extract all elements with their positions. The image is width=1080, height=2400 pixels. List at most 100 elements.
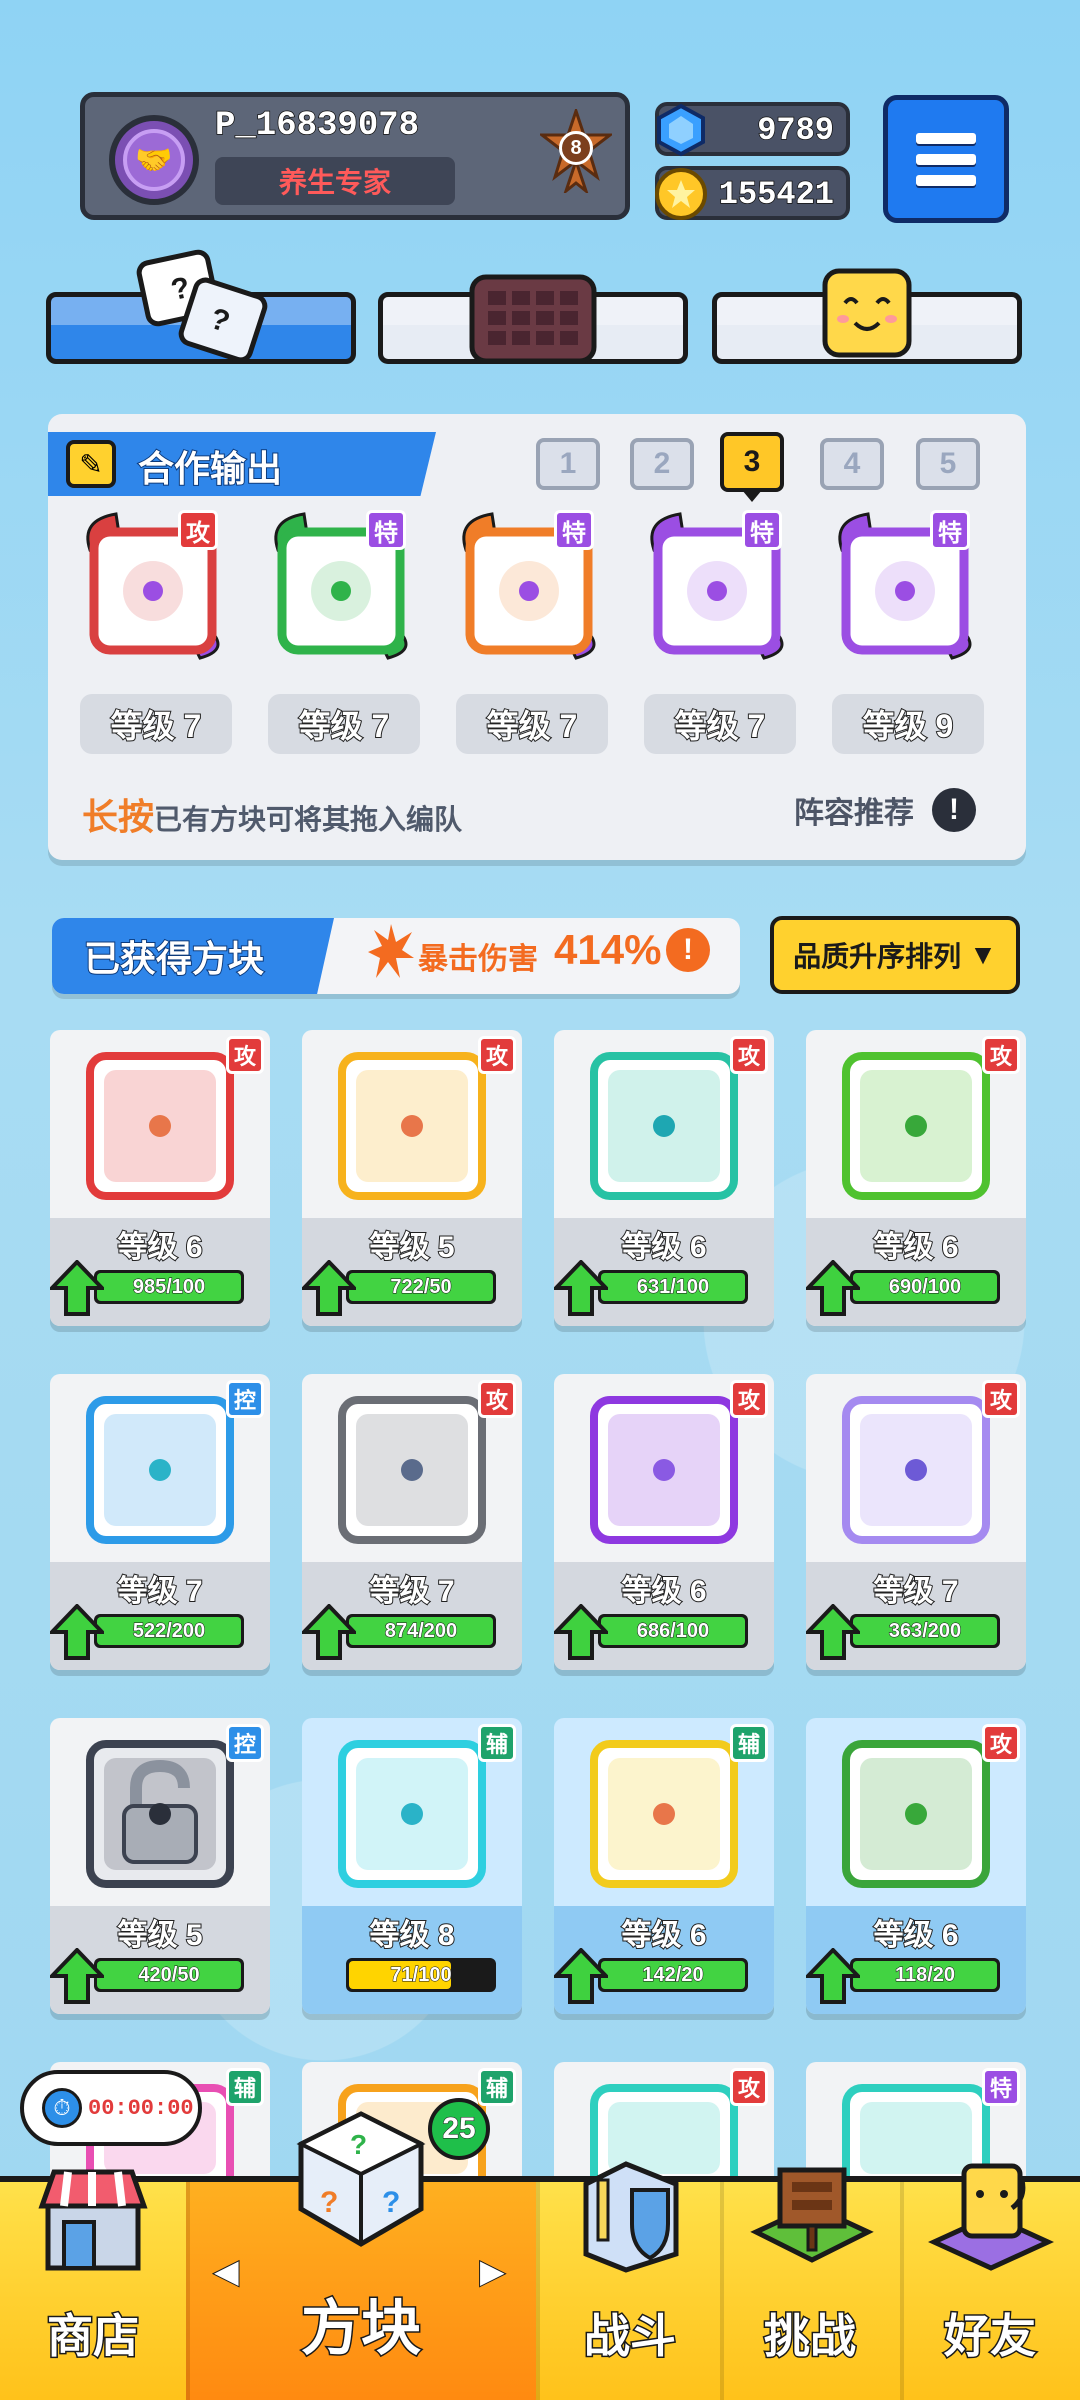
team-member-1[interactable]: 攻 xyxy=(80,510,220,660)
upgrade-arrow-icon[interactable] xyxy=(50,1260,104,1316)
team-member-3[interactable]: 特 xyxy=(456,510,596,660)
info-icon[interactable]: ! xyxy=(932,788,976,832)
block-face xyxy=(590,1396,738,1544)
team-slot-2[interactable]: 2 xyxy=(630,438,694,490)
tab-dice[interactable]: ? ? xyxy=(46,249,356,364)
nav-friends[interactable]: 好友 xyxy=(900,2163,1080,2400)
lineup-label: 阵容推荐 xyxy=(794,797,914,830)
upgrade-arrow-icon[interactable] xyxy=(50,1948,104,2004)
block-card[interactable]: 辅 等级 8 71/100 xyxy=(302,1718,522,2014)
upgrade-arrow-icon[interactable] xyxy=(806,1260,860,1316)
nav-shop[interactable]: 商店 xyxy=(0,2169,186,2400)
team-member-2[interactable]: 特 xyxy=(268,510,408,660)
coin-counter[interactable]: 155421 xyxy=(655,166,850,220)
drag-hint: 长按已有方块可将其拖入编队 xyxy=(82,788,462,840)
block-face xyxy=(86,1396,234,1544)
coin-icon xyxy=(655,168,707,220)
type-tag: 攻 xyxy=(178,510,218,550)
progress-bar: 985/100 xyxy=(94,1270,244,1304)
block-card[interactable]: 攻 等级 6 631/100 xyxy=(554,1030,774,1326)
progress-text: 363/200 xyxy=(888,1620,962,1643)
timer-value: 00:00:00 xyxy=(88,2095,194,2121)
handshake-icon: 🤝 xyxy=(123,129,185,191)
upgrade-arrow-icon[interactable] xyxy=(806,1604,860,1660)
type-tag: 攻 xyxy=(982,1380,1020,1418)
rank-level: 8 xyxy=(559,131,593,165)
block-level: 等级 8 xyxy=(368,1918,455,1953)
progress-bar: 686/100 xyxy=(598,1614,748,1648)
upgrade-arrow-icon[interactable] xyxy=(554,1604,608,1660)
progress-text: 690/100 xyxy=(888,1276,962,1299)
upgrade-arrow-icon[interactable] xyxy=(302,1260,356,1316)
hint-text: 已有方块可将其拖入编队 xyxy=(154,804,463,835)
nav-battle[interactable]: 战斗 xyxy=(540,2161,720,2400)
lineup-recommend-button[interactable]: 阵容推荐 ! xyxy=(794,788,976,832)
block-face xyxy=(590,1740,738,1888)
progress-bar: 522/200 xyxy=(94,1614,244,1648)
tab-emoji[interactable] xyxy=(712,268,1022,364)
upgrade-arrow-icon[interactable] xyxy=(554,1948,608,2004)
gem-counter[interactable]: 9789 xyxy=(655,102,850,157)
team-slot-5[interactable]: 5 xyxy=(916,438,980,490)
progress-bar: 690/100 xyxy=(850,1270,1000,1304)
progress-text: 142/20 xyxy=(642,1964,704,1987)
progress-text: 985/100 xyxy=(132,1276,206,1299)
nav-blocks-label: 方块 xyxy=(300,2294,423,2364)
block-card[interactable]: 攻 等级 6 118/20 xyxy=(806,1718,1026,2014)
gem-icon xyxy=(657,103,705,157)
block-card[interactable]: 攻 等级 7 363/200 xyxy=(806,1374,1026,1670)
team-member-level: 等级 7 xyxy=(80,694,232,754)
nav-challenge[interactable]: 挑战 xyxy=(720,2167,900,2400)
event-timer[interactable]: ⏱ 00:00:00 xyxy=(20,2070,202,2146)
block-card[interactable]: 攻 等级 7 874/200 xyxy=(302,1374,522,1670)
svg-text:?: ? xyxy=(320,2186,338,2219)
block-card[interactable]: 攻 等级 5 722/50 xyxy=(302,1030,522,1326)
progress-text: 686/100 xyxy=(636,1620,710,1643)
dice-icon: ? ? xyxy=(136,249,268,363)
upgrade-arrow-icon[interactable] xyxy=(50,1604,104,1660)
upgrade-arrow-icon[interactable] xyxy=(554,1260,608,1316)
progress-bar: 142/20 xyxy=(598,1958,748,1992)
type-tag: 攻 xyxy=(478,1380,516,1418)
stopwatch-icon: ⏱ xyxy=(42,2088,82,2128)
block-card[interactable]: 控 等级 5 420/50 xyxy=(50,1718,270,2014)
team-member-level: 等级 7 xyxy=(456,694,608,754)
sort-button[interactable]: 品质升序排列 ▼ xyxy=(770,916,1020,994)
sort-label: 品质升序排列 xyxy=(793,941,962,972)
tab-board[interactable] xyxy=(378,274,688,364)
team-slot-4[interactable]: 4 xyxy=(820,438,884,490)
progress-bar: 118/20 xyxy=(850,1958,1000,1992)
block-card[interactable]: 辅 等级 6 142/20 xyxy=(554,1718,774,2014)
blocks-count-badge: 25 xyxy=(428,2098,490,2160)
team-slot-1[interactable]: 1 xyxy=(536,438,600,490)
team-title: 合作输出 xyxy=(137,447,283,490)
block-face xyxy=(338,1740,486,1888)
block-card[interactable]: 攻 等级 6 985/100 xyxy=(50,1030,270,1326)
nav-blocks[interactable]: ? ? ? ◀ ▶ 方块 xyxy=(186,2111,536,2400)
upgrade-arrow-icon[interactable] xyxy=(806,1948,860,2004)
nav-challenge-label: 挑战 xyxy=(763,2309,858,2364)
progress-bar: 420/50 xyxy=(94,1958,244,1992)
progress-bar: 874/200 xyxy=(346,1614,496,1648)
grid-board-icon xyxy=(469,274,597,364)
progress-text: 874/200 xyxy=(384,1620,458,1643)
team-member-level: 等级 7 xyxy=(268,694,420,754)
progress-bar: 722/50 xyxy=(346,1270,496,1304)
block-card[interactable]: 攻 等级 6 690/100 xyxy=(806,1030,1026,1326)
team-member-level: 等级 7 xyxy=(644,694,796,754)
block-face xyxy=(86,1052,234,1200)
menu-button[interactable] xyxy=(883,95,1009,223)
crit-info-icon[interactable]: ! xyxy=(666,928,710,972)
block-card[interactable]: 控 等级 7 522/200 xyxy=(50,1374,270,1670)
team-member-5[interactable]: 特 xyxy=(832,510,972,660)
block-card[interactable]: 攻 等级 6 686/100 xyxy=(554,1374,774,1670)
block-face xyxy=(338,1396,486,1544)
player-profile-card[interactable]: 🤝 P_16839078 养生专家 8 xyxy=(80,92,630,220)
rank-badge[interactable]: 8 xyxy=(540,109,612,193)
upgrade-arrow-icon[interactable] xyxy=(302,1604,356,1660)
team-slot-3[interactable]: 3 xyxy=(720,432,784,492)
mystery-block-icon: ? ? ? xyxy=(296,2111,426,2247)
avatar[interactable]: 🤝 xyxy=(109,115,199,205)
team-member-4[interactable]: 特 xyxy=(644,510,784,660)
edit-pencil-icon[interactable]: ✎ xyxy=(66,440,116,488)
